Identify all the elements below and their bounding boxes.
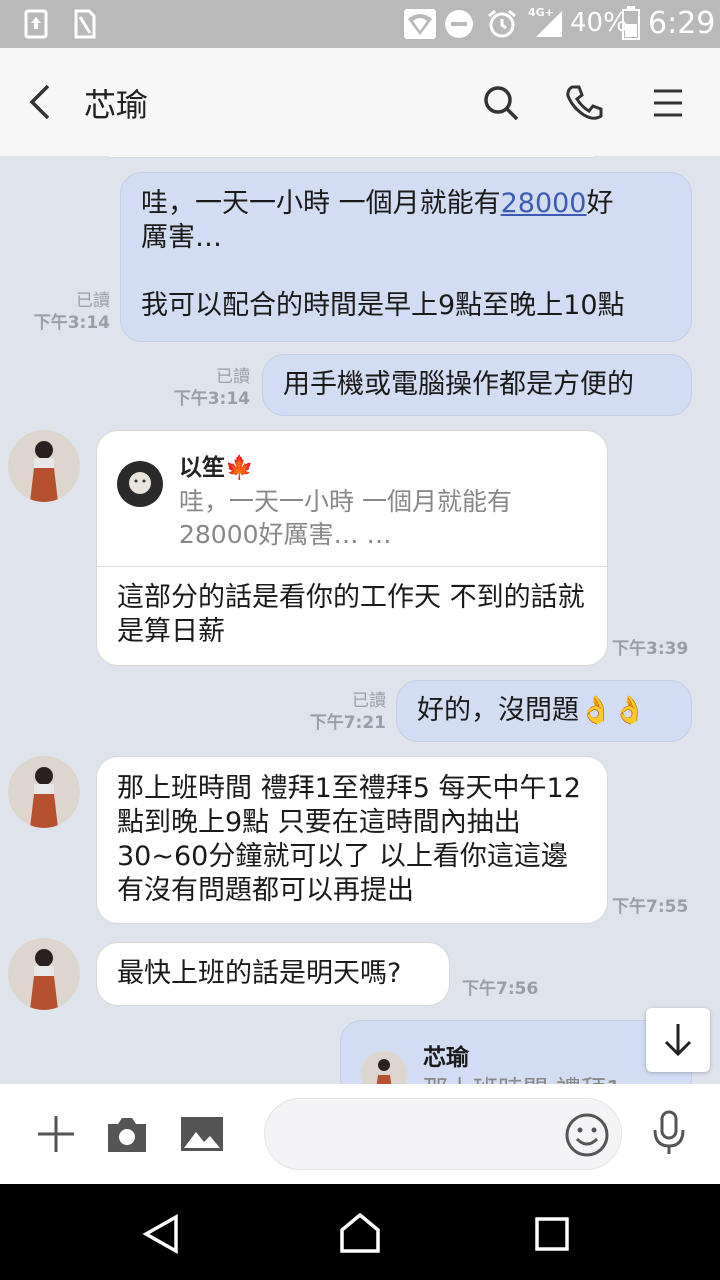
image-icon[interactable] [180,1116,224,1152]
phone-number-link[interactable]: 28000 [501,188,587,219]
avatar[interactable] [8,938,80,1010]
upload-icon [24,9,48,39]
signal-icon [536,11,562,37]
scroll-to-bottom-button[interactable] [646,1008,710,1072]
message-meta: 已讀 下午3:14 [150,366,250,410]
dnd-icon [445,10,473,38]
phone-icon[interactable] [564,84,604,122]
message-input[interactable] [264,1098,622,1170]
chat-area[interactable]: 已讀 下午3:14 哇，一天一小時 一個月就能有28000好 厲害… 我可以配合… [0,156,720,1084]
menu-icon[interactable] [652,88,684,118]
message-bubble-received[interactable]: 最快上班的話是明天嗎? [96,942,450,1006]
avatar-image [8,938,80,1010]
message-meta: 已讀 下午3:14 [20,290,110,334]
message-time: 下午3:14 [33,313,110,333]
plus-icon[interactable] [36,1114,76,1154]
quoted-avatar [361,1051,407,1084]
message-text: 這部分的話是看你的工作天 不到的話就是算日薪 [117,582,585,647]
wifi-icon [404,9,436,39]
message-input-bar [0,1084,720,1184]
arrow-down-icon [664,1024,692,1057]
avatar-image [8,430,80,502]
back-icon[interactable] [26,84,54,120]
message-text: 哇，一天一小時 一個月就能有 [141,188,501,219]
message-time: 下午3:39 [612,639,689,659]
message-bubble-sent[interactable]: 用手機或電腦操作都是方便的 [262,354,692,416]
message-time: 下午7:56 [462,979,539,999]
message-bubble-sent[interactable]: 哇，一天一小時 一個月就能有28000好 厲害… 我可以配合的時間是早上9點至晚… [120,172,692,342]
message-bubble-sent[interactable]: 好的，沒問題👌👌 [396,680,692,742]
status-bar: 4G+ 40% 6:29 [0,0,720,48]
message-time: 下午3:14 [173,389,250,409]
quoted-sender-name: 以笙🍁 [179,455,254,481]
camera-icon[interactable] [106,1114,148,1154]
back-nav-icon[interactable] [142,1214,182,1254]
search-icon[interactable] [482,84,520,122]
quoted-message-text: 那上班時間 禮拜1 [423,1073,622,1084]
message-text: 用手機或電腦操作都是方便的 [283,369,634,400]
partial-message-bubble [96,156,606,158]
chat-header: 芯瑜 [0,48,720,156]
message-text: 那上班時間 禮拜1至禮拜5 每天中午12點到晚上9點 只要在這時間內抽出30~6… [117,773,581,906]
quoted-message-text: 哇，一天一小時 一個月就能有28000好厲害… … [179,487,512,549]
battery-icon [622,6,640,40]
chat-title: 芯瑜 [84,86,149,124]
message-meta: 已讀 下午7:21 [290,690,386,734]
alarm-icon [488,9,516,38]
status-clock: 6:29 [648,6,716,41]
quoted-message[interactable]: 以笙🍁 哇，一天一小時 一個月就能有28000好厲害… … [97,431,607,567]
message-text: 好的，沒問題👌👌 [417,695,647,726]
read-receipt: 已讀 [216,367,250,387]
avatar-image [8,756,80,828]
message-line: 我可以配合的時間是早上9點至晚上10點 [141,290,625,321]
message-bubble-received-reply[interactable]: 以笙🍁 哇，一天一小時 一個月就能有28000好厲害… … 這部分的話是看你的工… [96,430,608,666]
message-bubble-received[interactable]: 那上班時間 禮拜1至禮拜5 每天中午12點到晚上9點 只要在這時間內抽出30~6… [96,756,608,924]
message-line: 厲害… [141,222,222,253]
battery-percentage: 40% [570,8,628,38]
quoted-avatar [117,461,163,507]
recents-nav-icon[interactable] [534,1216,570,1252]
message-line: 哇，一天一小時 一個月就能有28000好 [141,187,671,221]
system-nav-bar [0,1184,720,1280]
message-text: 最快上班的話是明天嗎? [117,958,402,989]
message-time: 下午7:55 [612,897,689,917]
sim-icon [74,9,96,39]
message-bubble-sent-reply[interactable]: 芯瑜 那上班時間 禮拜1 [340,1020,692,1084]
microphone-icon[interactable] [652,1110,686,1156]
avatar[interactable] [8,756,80,828]
read-receipt: 已讀 [76,291,110,311]
avatar[interactable] [8,430,80,502]
home-nav-icon[interactable] [338,1212,382,1254]
message-time: 下午7:21 [309,713,386,733]
emoji-icon[interactable] [565,1113,609,1157]
quoted-sender-name: 芯瑜 [423,1045,469,1071]
message-text: 好 [586,188,614,219]
read-receipt: 已讀 [352,691,386,711]
